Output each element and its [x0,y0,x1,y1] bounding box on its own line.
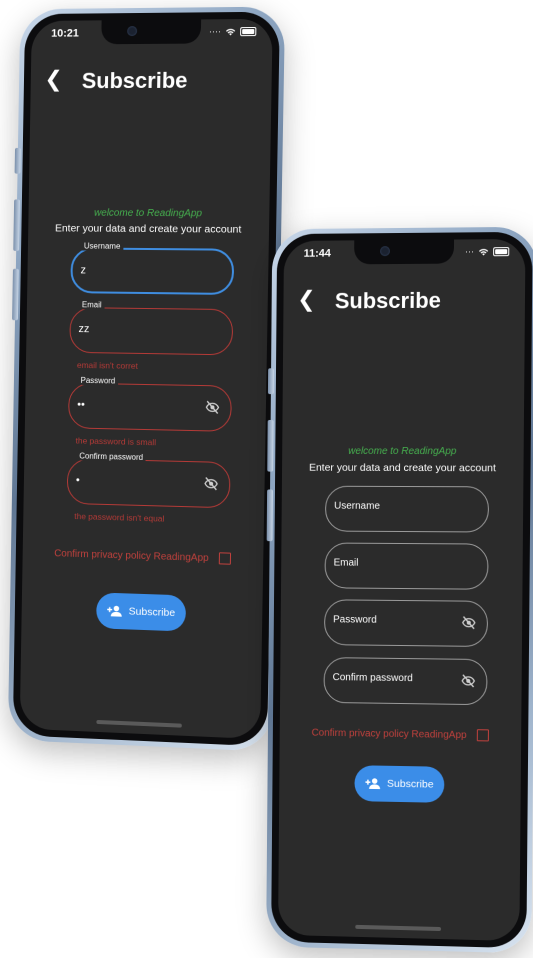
notch [354,240,454,265]
confirm-password-label: Confirm password [76,451,146,462]
battery-icon [240,26,256,35]
status-icons: ··· [465,246,509,256]
phone-back: 10:21 ···· ❮ Subscribe welcome to Readin… [8,7,285,752]
home-indicator [96,720,182,728]
notch [101,19,201,44]
welcome-text: welcome to ReadingApp [28,207,269,219]
home-indicator [355,925,441,931]
eye-off-icon[interactable] [460,673,476,689]
front-camera [380,246,390,256]
screen: 10:21 ···· ❮ Subscribe welcome to Readin… [20,19,273,739]
page-title: Subscribe [335,288,441,315]
wifi-icon [478,247,489,256]
confirm-password-field[interactable]: Confirm password [323,657,487,705]
privacy-policy-row: Confirm privacy policy ReadingApp [280,726,521,742]
mute-switch [268,368,274,394]
status-icons: ···· [209,26,257,36]
subscribe-button[interactable]: Subscribe [354,765,444,803]
eye-off-icon[interactable] [204,399,220,415]
password-error: the password is small [76,435,157,447]
username-value: z [80,264,86,276]
chevron-left-icon[interactable]: ❮ [44,66,63,92]
privacy-policy-row: Confirm privacy policy ReadingApp [23,546,264,565]
password-value: •• [77,399,85,411]
app-bar: ❮ Subscribe [283,279,525,320]
confirm-password-field[interactable]: Confirm password • [67,458,231,508]
person-add-icon [365,776,381,790]
app-bar: ❮ Subscribe [30,59,272,100]
stage: 10:21 ···· ❮ Subscribe welcome to Readin… [0,0,533,958]
privacy-checkbox[interactable] [219,552,231,564]
volume-up-button [267,420,273,472]
eye-off-icon[interactable] [461,615,477,631]
password-label: Password [78,376,119,386]
subtitle-text: Enter your data and create your account [28,222,269,236]
volume-down-button [12,269,19,321]
signal-dots: ··· [465,246,474,256]
mute-switch [15,148,21,174]
screen: 11:44 ··· ❮ Subscribe welcome to Reading… [278,239,525,941]
front-camera [127,26,137,36]
volume-up-button [13,199,20,251]
password-field[interactable]: Password •• [68,383,232,432]
battery-icon [493,247,509,256]
confirm-password-placeholder: Confirm password [333,672,413,684]
email-value: zz [78,323,89,335]
status-time: 10:21 [51,28,79,40]
person-add-icon [107,604,123,619]
status-time: 11:44 [304,248,331,260]
eye-off-icon[interactable] [203,475,219,491]
confirm-password-error: the password isn't equal [74,511,164,524]
username-label: Username [81,242,124,251]
volume-down-button [267,489,273,541]
confirm-password-value: • [76,474,80,486]
username-field[interactable]: Username z [70,247,234,295]
subtitle-text: Enter your data and create your account [282,462,524,475]
privacy-checkbox[interactable] [477,729,489,741]
password-field[interactable]: Password [324,599,488,647]
email-label: Email [79,300,105,309]
password-placeholder: Password [333,614,377,625]
phone-front: 11:44 ··· ❮ Subscribe welcome to Reading… [266,227,533,954]
email-field[interactable]: Email zz [69,307,233,355]
email-error: email isn't corret [77,360,138,371]
privacy-policy-label: Confirm privacy policy ReadingApp [54,548,209,564]
subscribe-button-label: Subscribe [387,778,434,791]
page-title: Subscribe [82,68,188,94]
email-field[interactable]: Email [324,543,488,590]
subscribe-button[interactable]: Subscribe [96,592,186,631]
username-placeholder: Username [334,501,380,512]
wifi-icon [225,27,236,36]
chevron-left-icon[interactable]: ❮ [297,287,315,313]
privacy-policy-label: Confirm privacy policy ReadingApp [311,727,466,740]
welcome-text: welcome to ReadingApp [282,446,524,457]
email-placeholder: Email [334,558,359,569]
signal-dots: ···· [209,26,221,36]
username-field[interactable]: Username [325,486,489,533]
subscribe-button-label: Subscribe [129,605,176,619]
